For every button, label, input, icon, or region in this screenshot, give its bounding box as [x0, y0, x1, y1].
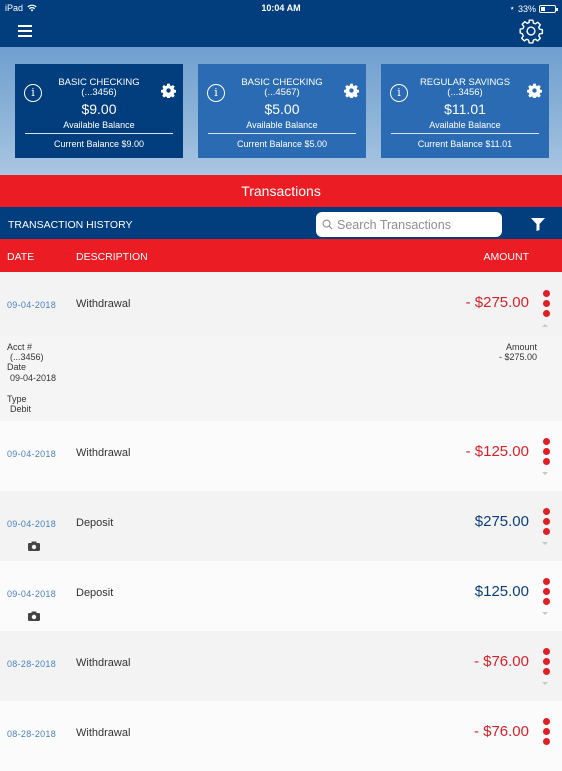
- transaction-row[interactable]: 09-04-2018 Deposit $275.00: [0, 491, 562, 561]
- divider: [391, 133, 539, 134]
- transaction-description: Deposit: [76, 517, 114, 529]
- available-label: Available Balance: [429, 120, 501, 130]
- account-settings-icon[interactable]: [527, 83, 542, 98]
- available-amount: $11.01: [444, 101, 486, 117]
- collapse-chevron-icon[interactable]: [542, 324, 548, 327]
- expand-chevron-icon[interactable]: [542, 542, 548, 545]
- transaction-description: Deposit: [76, 587, 114, 599]
- date-label: Date: [7, 362, 27, 372]
- account-number: (...3456): [81, 87, 117, 98]
- transaction-date: 09-04-2018: [7, 589, 57, 599]
- expand-chevron-icon[interactable]: [542, 472, 548, 475]
- col-description[interactable]: DESCRIPTION: [76, 251, 148, 263]
- menu-button[interactable]: [18, 25, 32, 37]
- account-card[interactable]: i BASIC CHECKING (...4567) $5.00 Availab…: [198, 64, 366, 158]
- col-amount[interactable]: AMOUNT: [484, 251, 530, 263]
- account-card[interactable]: i BASIC CHECKING (...3456) $9.00 Availab…: [15, 64, 183, 158]
- transaction-description: Withdrawal: [76, 298, 131, 310]
- account-number: (...4567): [264, 87, 300, 98]
- more-options-icon[interactable]: [541, 290, 551, 320]
- filter-icon[interactable]: [531, 218, 545, 231]
- transaction-row[interactable]: 09-04-2018 Deposit $125.00: [0, 561, 562, 631]
- history-toolbar: TRANSACTION HISTORY: [0, 207, 562, 239]
- transaction-amount: $125.00: [474, 583, 529, 600]
- transaction-amount: - $76.00: [473, 653, 529, 670]
- account-card[interactable]: i REGULAR SAVINGS (...3456) $11.01 Avail…: [381, 64, 549, 158]
- accounts-carousel: i BASIC CHECKING (...3456) $9.00 Availab…: [0, 47, 562, 175]
- transaction-amount: - $125.00: [465, 443, 529, 460]
- divider: [208, 133, 356, 134]
- more-options-icon[interactable]: [541, 508, 551, 538]
- account-number: (...3456): [447, 87, 483, 98]
- transaction-date: 08-28-2018: [7, 729, 57, 739]
- expand-chevron-icon[interactable]: [542, 682, 548, 685]
- current-balance: Current Balance $11.01: [417, 139, 513, 149]
- transaction-date: 09-04-2018: [7, 300, 57, 310]
- transaction-description: Withdrawal: [76, 447, 131, 459]
- type-value: Debit: [10, 404, 32, 414]
- more-options-icon[interactable]: [541, 578, 551, 608]
- transaction-date: 08-28-2018: [7, 659, 57, 669]
- available-amount: $5.00: [264, 101, 300, 117]
- table-header: DATE DESCRIPTION AMOUNT: [0, 239, 562, 272]
- type-label: Type: [7, 394, 27, 404]
- col-date[interactable]: DATE: [7, 251, 34, 263]
- transaction-amount: - $76.00: [473, 723, 529, 740]
- history-title: TRANSACTION HISTORY: [8, 219, 133, 231]
- available-label: Available Balance: [246, 120, 318, 130]
- current-balance: Current Balance $5.00: [236, 139, 328, 149]
- search-icon: [322, 219, 333, 230]
- search-input[interactable]: [337, 217, 497, 232]
- section-title: Transactions: [0, 175, 562, 207]
- account-settings-icon[interactable]: [344, 83, 359, 98]
- divider: [25, 133, 173, 134]
- battery-percent: 33%: [517, 3, 536, 14]
- transaction-date: 09-04-2018: [7, 519, 57, 529]
- transaction-date: 09-04-2018: [7, 449, 57, 459]
- more-options-icon[interactable]: [541, 648, 551, 678]
- transaction-description: Withdrawal: [76, 657, 131, 669]
- transaction-detail: Acct # (...3456) Date 09-04-2018 Type De…: [0, 336, 562, 421]
- settings-gear-icon[interactable]: [518, 18, 544, 44]
- status-bar: iPad 10:04 AM ⋆ 33%: [0, 0, 562, 16]
- more-options-icon[interactable]: [541, 718, 551, 748]
- amount-label: Amount: [505, 342, 537, 352]
- transaction-amount: $275.00: [474, 513, 529, 530]
- bluetooth-icon: ⋆: [509, 3, 515, 13]
- available-amount: $9.00: [81, 101, 117, 117]
- camera-icon[interactable]: [28, 611, 40, 621]
- camera-icon[interactable]: [28, 541, 40, 551]
- amount-value: - $275.00: [498, 352, 537, 362]
- transaction-description: Withdrawal: [76, 727, 131, 739]
- account-settings-icon[interactable]: [161, 83, 176, 98]
- transaction-row[interactable]: 08-28-2018 Withdrawal - $76.00: [0, 701, 562, 771]
- search-box[interactable]: [316, 212, 502, 237]
- transaction-list: 09-04-2018 Withdrawal - $275.00 Acct # (…: [0, 272, 562, 771]
- current-balance: Current Balance $9.00: [53, 139, 145, 149]
- transaction-row[interactable]: 09-04-2018 Withdrawal - $275.00: [0, 272, 562, 336]
- transaction-row[interactable]: 09-04-2018 Withdrawal - $125.00: [0, 421, 562, 491]
- transaction-row[interactable]: 08-28-2018 Withdrawal - $76.00: [0, 631, 562, 701]
- transaction-amount: - $275.00: [465, 294, 529, 311]
- top-bar: iPad 10:04 AM ⋆ 33%: [0, 0, 562, 47]
- battery-icon: [539, 4, 558, 13]
- acct-value: (...3456): [10, 352, 44, 362]
- more-options-icon[interactable]: [541, 438, 551, 468]
- available-label: Available Balance: [63, 120, 135, 130]
- expand-chevron-icon[interactable]: [542, 612, 548, 615]
- clock: 10:04 AM: [261, 3, 301, 13]
- acct-label: Acct #: [7, 342, 33, 352]
- date-value: 09-04-2018: [10, 373, 57, 383]
